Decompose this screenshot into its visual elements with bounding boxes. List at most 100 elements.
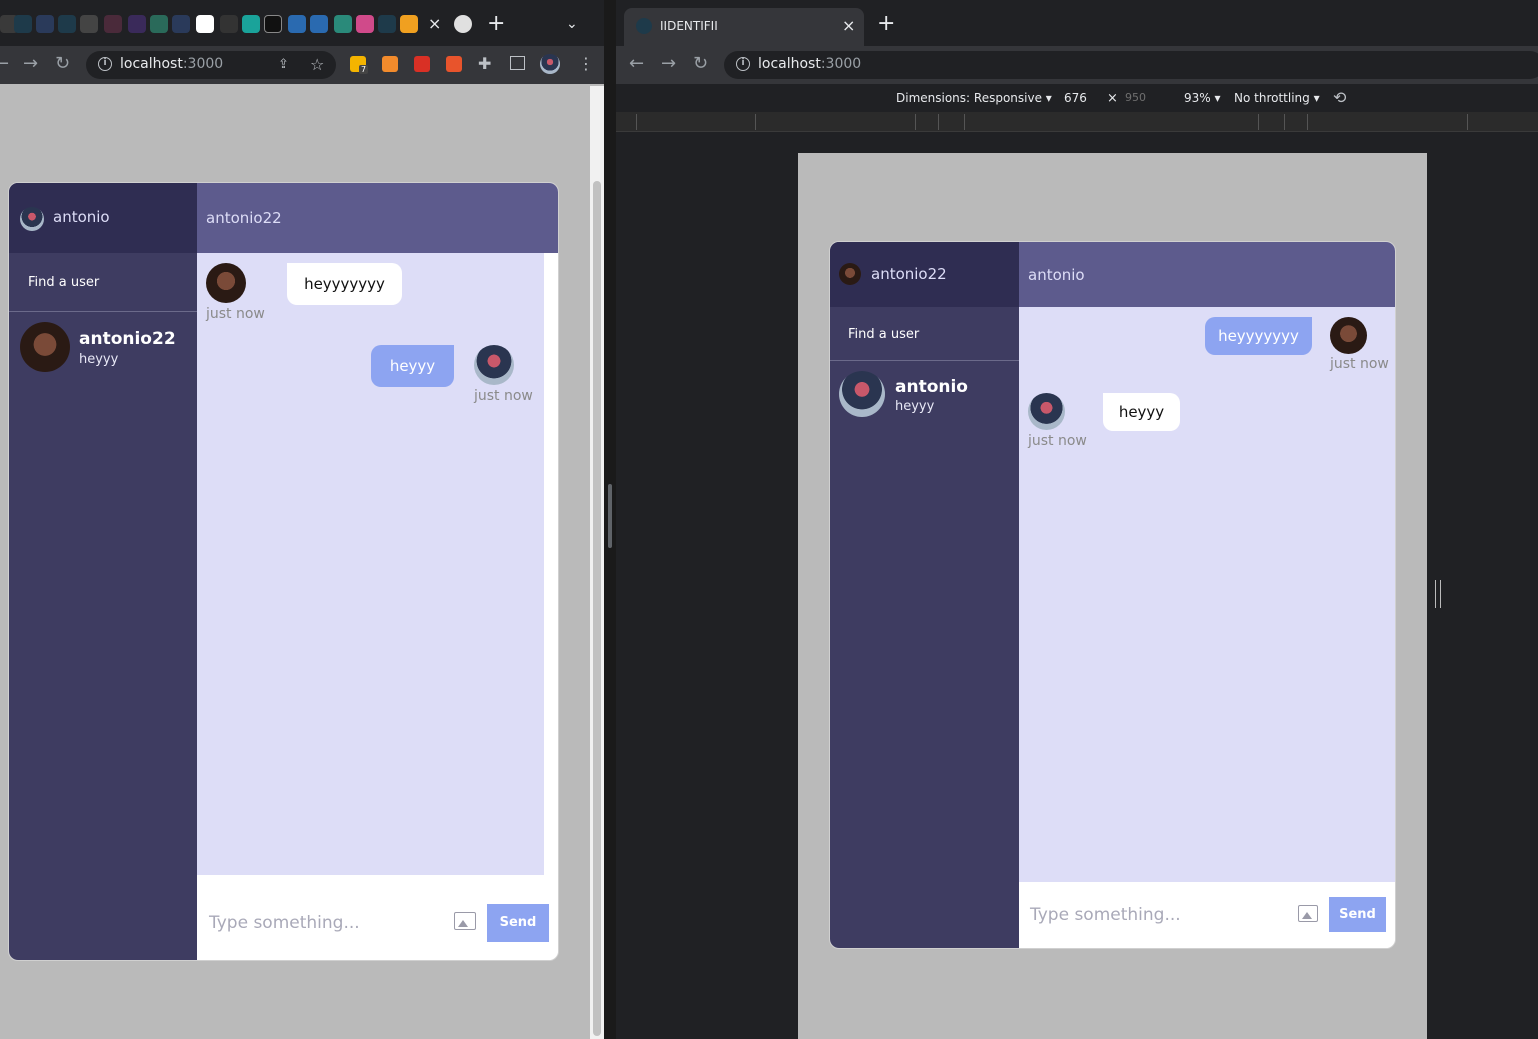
new-tab-button[interactable]: + [487,13,505,35]
chat-header-name: antonio22 [206,209,282,227]
tab-favicon[interactable] [356,15,374,33]
message-time: just now [474,388,533,404]
search-input[interactable]: Find a user [9,253,197,312]
address-bar[interactable]: i localhost:3000 ⇪ ☆ [86,51,336,79]
react-icon[interactable] [58,15,76,33]
forward-arrow-icon[interactable]: → [23,54,38,74]
puzzle-icon[interactable]: ✚ [478,54,491,73]
extension-icon[interactable] [414,56,430,72]
bookmark-star-icon[interactable]: ☆ [310,55,324,74]
right-browser-window: IIDENTIFII × + ← → ↻ i localhost:3000 Di… [616,0,1538,1039]
active-tab[interactable]: IIDENTIFII × [624,8,864,46]
extension-badge: 7 [359,65,369,74]
send-button[interactable]: Send [1329,897,1386,932]
chat-last-message: heyyy [79,352,119,367]
info-icon[interactable]: i [98,57,112,71]
tab-favicon[interactable] [264,15,282,33]
send-button[interactable]: Send [487,904,549,942]
tab-favicon[interactable] [310,15,328,33]
forward-arrow-icon[interactable]: → [661,54,676,74]
address-bar[interactable]: i localhost:3000 [724,51,1538,79]
chat-app: antonio Find a user antonio22 heyyy anto… [8,182,559,961]
message-owner: heyyy just now [197,335,544,415]
react-icon[interactable] [378,15,396,33]
viewport-resize-handle[interactable] [1435,580,1441,608]
current-user-avatar [20,207,44,231]
chrome-icon[interactable] [454,15,472,33]
kebab-menu-icon[interactable]: ⋮ [578,54,594,73]
messages-area: just now heyyyyyyy heyyy just now [197,253,544,875]
viewport-width-input[interactable]: 676 [1064,91,1087,105]
chat-app: antonio22 Find a user antonio heyyy anto… [829,241,1396,949]
github-icon[interactable] [196,15,214,33]
close-tab-button[interactable]: × [428,16,441,32]
url-host: localhost [120,56,183,72]
new-tab-button[interactable]: + [877,13,895,35]
image-upload-icon[interactable] [454,912,476,930]
dimensions-dropdown[interactable]: Dimensions: Responsive ▾ [896,91,1052,105]
message-time: just now [206,306,265,322]
sidebar: antonio Find a user antonio22 heyyy [9,183,197,960]
back-arrow-icon[interactable]: ← [629,54,644,74]
sidebar-navbar: antonio [9,183,197,253]
user-chat-item[interactable]: antonio22 heyyy [9,313,197,381]
url-port: :3000 [182,56,224,72]
tab-favicon[interactable] [288,15,306,33]
back-arrow-icon[interactable]: ← [0,54,9,74]
resize-handle[interactable] [608,484,612,548]
extension-icon[interactable] [446,56,462,72]
scrollbar-thumb[interactable] [593,181,601,1036]
message-input-bar: Type something... Send [197,888,558,960]
rotate-icon[interactable]: ⟲ [1333,88,1346,107]
tab-favicon[interactable] [80,15,98,33]
extension-icon[interactable] [382,56,398,72]
tab-title: IIDENTIFII [660,19,718,33]
avatar [20,322,70,372]
current-user-name: antonio [53,208,110,226]
extension-icon[interactable]: 7 [350,56,369,74]
image-upload-icon[interactable] [1298,905,1318,922]
zoom-dropdown[interactable]: 93% ▾ [1184,91,1221,105]
user-chat-item[interactable]: antonio heyyy [830,362,1019,426]
profile-avatar[interactable] [540,54,560,74]
close-tab-button[interactable]: × [842,18,855,34]
page-scrollbar[interactable] [590,86,604,1039]
window-divider [604,0,616,1039]
viewport-height-input[interactable]: 950 [1125,91,1146,104]
chat-panel: antonio heyyyyyyy just now just now heyy… [1019,242,1395,948]
tab-favicon[interactable] [36,15,54,33]
react-icon[interactable] [14,15,32,33]
message-input[interactable]: Type something... [209,913,360,933]
message-bubble: heyyyyyyy [287,263,402,305]
message-time: just now [1330,356,1389,372]
chat-user-name: antonio [895,377,968,397]
tab-strip: IIDENTIFII × + [616,0,1538,46]
github-icon[interactable] [220,15,238,33]
browser-toolbar: ← → ↻ i localhost:3000 [616,46,1538,84]
reload-icon[interactable]: ↻ [693,54,708,74]
openai-icon[interactable] [150,15,168,33]
side-panel-icon[interactable] [510,56,525,70]
firebase-icon[interactable] [400,15,418,33]
message-input[interactable]: Type something... [1030,905,1181,925]
throttling-dropdown[interactable]: No throttling ▾ [1234,91,1320,105]
avatar [839,371,885,417]
message-bubble: heyyyyyyy [1205,317,1312,355]
tab-favicon[interactable] [242,15,260,33]
avatar [1330,317,1367,354]
tab-favicon[interactable] [172,15,190,33]
browser-toolbar: ← → ↻ i localhost:3000 ⇪ ☆ 7 ✚ ⋮ [0,46,604,84]
url-host: localhost [758,56,821,72]
openai-icon[interactable] [334,15,352,33]
info-icon[interactable]: i [736,57,750,71]
tab-favicon[interactable] [104,15,122,33]
chevron-down-icon[interactable]: ⌄ [566,16,578,32]
avatar [206,263,246,303]
tab-favicon[interactable] [128,15,146,33]
search-input[interactable]: Find a user [830,307,1019,361]
device-viewport: antonio22 Find a user antonio heyyy anto… [798,153,1427,1039]
chat-last-message: heyyy [895,399,935,414]
reload-icon[interactable]: ↻ [55,54,70,74]
chat-header: antonio22 [197,183,558,253]
share-icon[interactable]: ⇪ [278,57,289,72]
